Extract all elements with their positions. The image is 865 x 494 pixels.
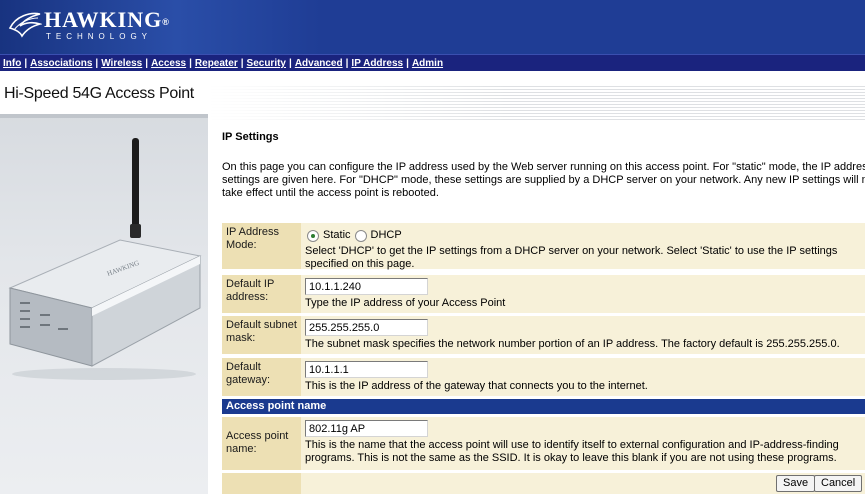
subnet-mask-input[interactable] — [305, 319, 428, 336]
subnet-mask-row: Default subnet mask: The subnet mask spe… — [222, 316, 865, 354]
nav-advanced[interactable]: Advanced — [295, 58, 343, 69]
nav-wireless[interactable]: Wireless — [101, 58, 142, 69]
cancel-button[interactable]: Cancel — [814, 475, 863, 492]
ap-name-description: This is the name that the access point w… — [305, 439, 839, 451]
brand-name: HAWKING — [44, 7, 163, 32]
ap-name-description-cont: programs. This is not the same as the SS… — [305, 452, 837, 464]
subnet-mask-description: The subnet mask specifies the network nu… — [305, 338, 840, 350]
ip-address-row: Default IP address: Type the IP address … — [222, 275, 865, 313]
access-point-name-section-header: Access point name — [222, 399, 865, 414]
ap-name-input[interactable] — [305, 420, 428, 437]
brand-subtitle: TECHNOLOGY — [46, 32, 153, 41]
intro-text: On this page you can configure the IP ad… — [222, 161, 865, 200]
static-radio[interactable] — [307, 229, 319, 242]
subnet-mask-label: Default subnet mask: — [222, 316, 301, 354]
nav-admin[interactable]: Admin — [412, 58, 443, 69]
nav-associations[interactable]: Associations — [30, 58, 92, 69]
top-nav: Info | Associations | Wireless | Access | Repeat… — [0, 54, 865, 71]
nav-access[interactable]: Access — [151, 58, 186, 69]
registered-mark: ® — [162, 17, 170, 27]
intro-line: On this page you can configure the IP ad… — [222, 161, 865, 173]
dhcp-radio[interactable] — [354, 229, 367, 242]
static-radio-label[interactable]: Static — [323, 229, 351, 242]
access-point-device-image: HAWKING — [8, 138, 202, 380]
ip-mode-radio-group: Static DHCP — [307, 228, 865, 243]
gateway-description: This is the IP address of the gateway th… — [305, 380, 648, 392]
save-button[interactable]: Save — [776, 475, 816, 492]
gateway-label: Default gateway: — [222, 358, 301, 396]
ip-address-input[interactable] — [305, 278, 428, 295]
dhcp-radio-label[interactable]: DHCP — [371, 229, 402, 242]
nav-repeater[interactable]: Repeater — [195, 58, 238, 69]
hawk-swirl-icon — [8, 12, 42, 38]
form-actions-row: Save Cancel — [222, 473, 865, 494]
ap-name-label: Access point name: — [222, 417, 301, 470]
ip-mode-label: IP Address Mode: — [222, 223, 301, 269]
ip-mode-row: IP Address Mode: Static DHCP Select 'DHC… — [222, 223, 865, 270]
ap-name-row: Access point name: This is the name that… — [222, 417, 865, 470]
nav-security[interactable]: Security — [247, 58, 286, 69]
ip-address-label: Default IP address: — [222, 275, 301, 313]
gateway-input[interactable] — [305, 361, 428, 378]
page-title: IP Settings — [222, 131, 279, 143]
intro-line: settings are given here. For "DHCP" mode… — [222, 174, 865, 186]
hawking-logo: HAWKING® TECHNOLOGY — [8, 8, 170, 48]
ip-address-description: Type the IP address of your Access Point — [305, 297, 506, 309]
ip-mode-description: Select 'DHCP' to get the IP settings fro… — [305, 245, 838, 257]
product-title: Hi-Speed 54G Access Point — [4, 85, 194, 102]
intro-line: take effect until the access point is re… — [222, 187, 439, 199]
ip-mode-description-cont: specified on this page. — [305, 258, 415, 270]
header-banner: HAWKING® TECHNOLOGY — [0, 0, 865, 54]
nav-info[interactable]: Info — [3, 58, 21, 69]
gateway-row: Default gateway: This is the IP address … — [222, 358, 865, 396]
nav-ip-address[interactable]: IP Address — [351, 58, 403, 69]
